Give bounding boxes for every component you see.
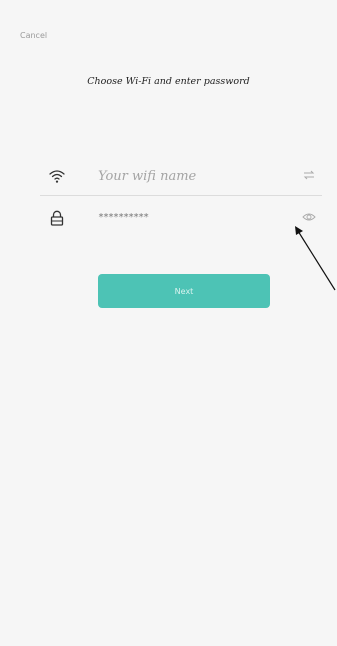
- next-button[interactable]: Next: [98, 274, 270, 308]
- wifi-icon: [48, 167, 66, 185]
- password-input[interactable]: [98, 207, 268, 227]
- eye-icon[interactable]: [302, 209, 316, 223]
- password-field[interactable]: [40, 199, 322, 237]
- cancel-button[interactable]: Cancel: [20, 31, 47, 40]
- switch-icon[interactable]: [302, 167, 316, 181]
- wifi-field[interactable]: [40, 157, 322, 196]
- wifi-name-input[interactable]: [98, 166, 278, 186]
- lock-icon: [48, 209, 66, 227]
- page-title: Choose Wi-Fi and enter password: [87, 76, 250, 87]
- annotation-arrow: [295, 226, 336, 291]
